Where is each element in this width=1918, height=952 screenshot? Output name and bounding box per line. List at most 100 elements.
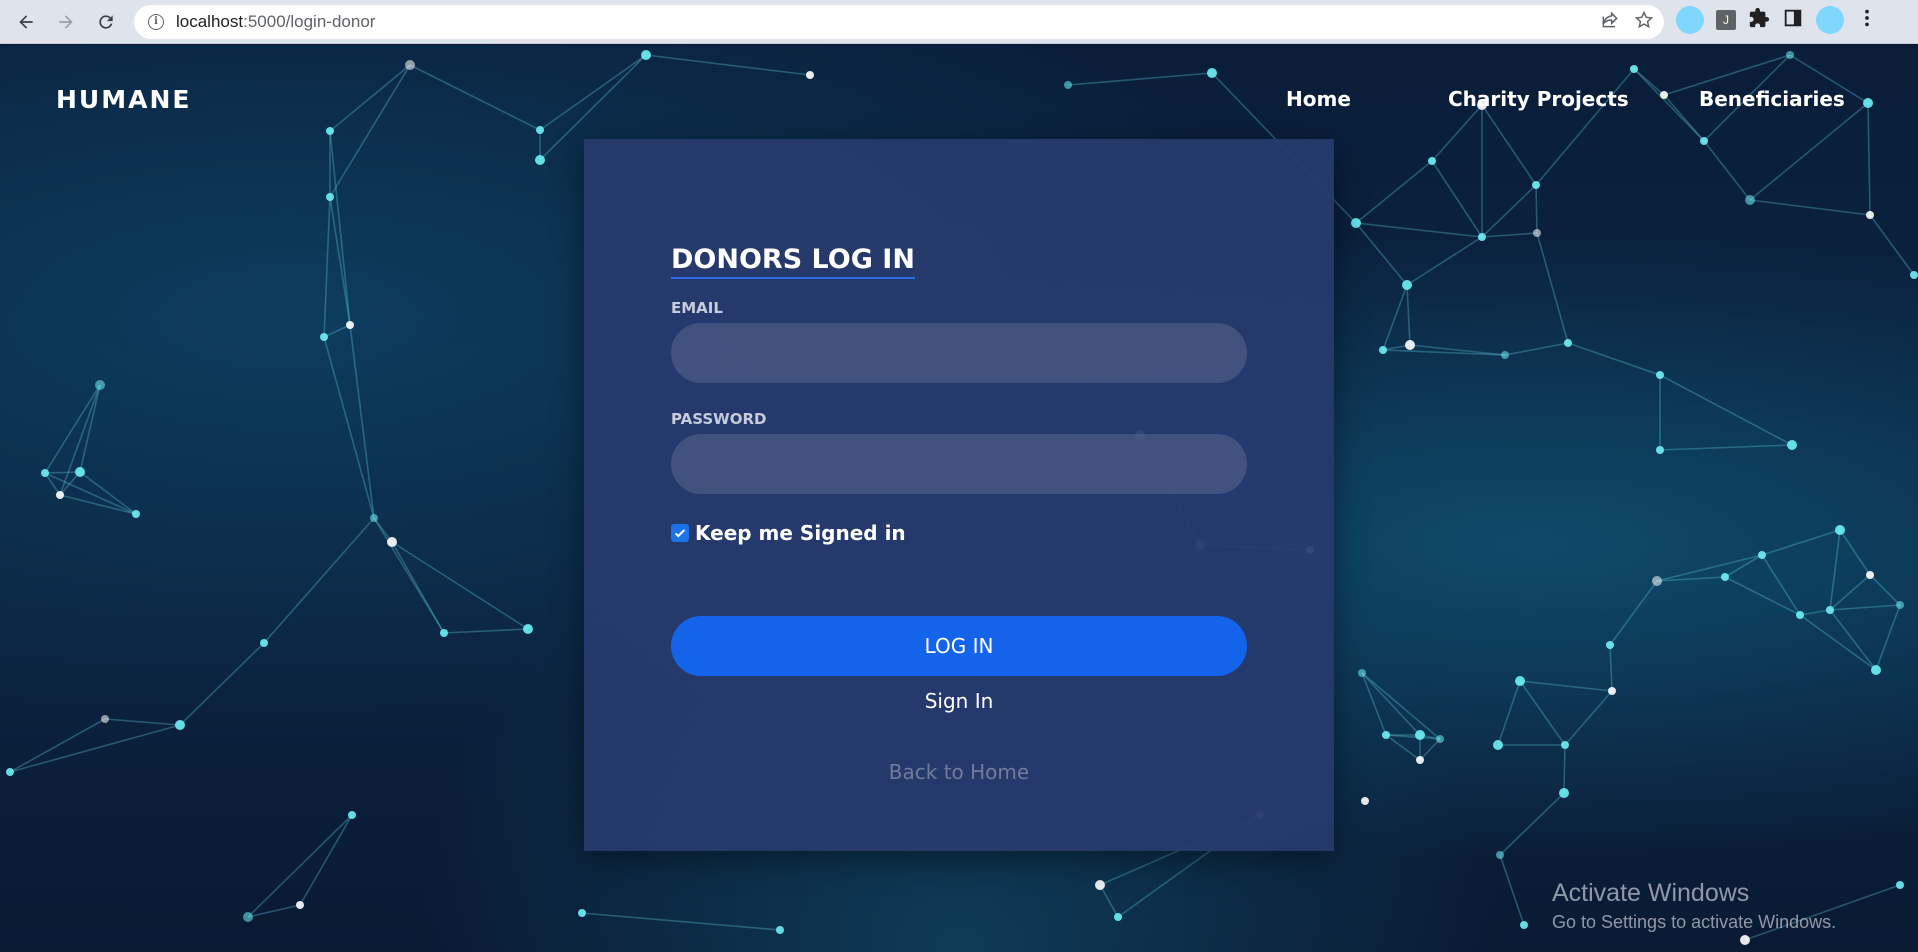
network-node bbox=[1478, 233, 1486, 241]
network-node bbox=[1064, 81, 1072, 89]
network-node bbox=[41, 469, 49, 477]
network-line bbox=[179, 642, 265, 726]
network-line bbox=[1659, 444, 1793, 451]
watermark-subtitle: Go to Settings to activate Windows. bbox=[1552, 912, 1837, 932]
network-line bbox=[1799, 614, 1877, 671]
kebab-menu-icon[interactable] bbox=[1856, 7, 1878, 33]
extension-avatar-icon[interactable] bbox=[1676, 6, 1704, 34]
network-node bbox=[320, 333, 328, 341]
network-node bbox=[1786, 51, 1794, 59]
network-line bbox=[1355, 222, 1408, 286]
network-line bbox=[1829, 529, 1841, 611]
network-line bbox=[1609, 580, 1658, 646]
nav-home[interactable]: Home bbox=[1286, 87, 1351, 111]
reload-icon[interactable] bbox=[92, 8, 120, 36]
network-line bbox=[263, 517, 375, 644]
network-line bbox=[1829, 604, 1901, 611]
network-node bbox=[175, 720, 185, 730]
network-line bbox=[1406, 236, 1483, 286]
network-node bbox=[1351, 218, 1361, 228]
network-node bbox=[1416, 756, 1424, 764]
network-node bbox=[1520, 921, 1528, 929]
network-line bbox=[1519, 680, 1566, 746]
keep-signed-in-checkbox[interactable] bbox=[671, 524, 689, 542]
network-node bbox=[641, 50, 651, 60]
network-node bbox=[1787, 440, 1797, 450]
network-node bbox=[1896, 881, 1904, 889]
back-to-home-link[interactable]: Back to Home bbox=[584, 760, 1334, 784]
network-node bbox=[75, 467, 85, 477]
network-line bbox=[391, 541, 445, 634]
checkmark-icon bbox=[674, 529, 686, 538]
back-arrow-icon[interactable] bbox=[12, 8, 40, 36]
network-node bbox=[132, 510, 140, 518]
network-line bbox=[1839, 529, 1871, 576]
network-node bbox=[578, 909, 586, 917]
puzzle-icon[interactable] bbox=[1748, 7, 1770, 33]
profile-avatar[interactable] bbox=[1816, 6, 1844, 34]
info-icon[interactable]: i bbox=[148, 14, 164, 30]
signin-link[interactable]: Sign In bbox=[584, 689, 1334, 713]
keep-signed-in-label[interactable]: Keep me Signed in bbox=[695, 521, 906, 545]
network-node bbox=[243, 912, 253, 922]
network-node bbox=[1402, 280, 1412, 290]
network-line bbox=[539, 54, 647, 131]
login-button[interactable]: LOG IN bbox=[671, 616, 1247, 676]
share-icon[interactable] bbox=[1600, 10, 1620, 34]
network-line bbox=[1361, 672, 1421, 736]
network-node bbox=[1533, 229, 1541, 237]
network-line bbox=[1567, 342, 1661, 376]
network-line bbox=[1663, 94, 1705, 142]
network-node bbox=[1608, 687, 1616, 695]
site-logo[interactable]: HUMANE bbox=[56, 85, 191, 114]
network-line bbox=[1519, 680, 1613, 692]
network-line bbox=[1633, 68, 1705, 142]
network-node bbox=[95, 380, 105, 390]
network-line bbox=[1829, 574, 1871, 611]
network-line bbox=[1481, 104, 1537, 186]
network-node bbox=[440, 629, 448, 637]
network-node bbox=[370, 514, 378, 522]
network-line bbox=[409, 64, 541, 131]
network-line bbox=[1419, 738, 1441, 761]
network-line bbox=[1385, 734, 1421, 761]
network-line bbox=[1536, 232, 1569, 344]
network-node bbox=[1740, 935, 1750, 945]
nav-charity-projects[interactable]: Charity Projects bbox=[1448, 87, 1629, 111]
url-text[interactable]: localhost:5000/login-donor bbox=[176, 12, 375, 32]
network-line bbox=[1355, 160, 1433, 224]
network-node bbox=[1361, 797, 1369, 805]
network-node bbox=[776, 926, 784, 934]
network-node bbox=[56, 491, 64, 499]
login-card: DONORS LOG IN EMAIL PASSWORD Keep me Sig… bbox=[584, 139, 1334, 851]
password-field[interactable] bbox=[671, 434, 1247, 494]
login-title: DONORS LOG IN bbox=[671, 244, 915, 279]
email-label: EMAIL bbox=[671, 299, 723, 317]
network-line bbox=[443, 628, 529, 634]
page-viewport: HUMANE Home Charity Projects Beneficiari… bbox=[0, 45, 1918, 952]
network-line bbox=[581, 912, 781, 931]
network-node bbox=[1493, 740, 1503, 750]
network-node bbox=[1745, 195, 1755, 205]
network-line bbox=[1564, 690, 1613, 746]
keep-signed-in-row[interactable]: Keep me Signed in bbox=[671, 521, 906, 545]
email-field[interactable] bbox=[671, 323, 1247, 383]
network-node bbox=[1559, 788, 1569, 798]
network-line bbox=[349, 324, 375, 519]
nav-beneficiaries[interactable]: Beneficiaries bbox=[1699, 87, 1845, 111]
network-node bbox=[1835, 525, 1845, 535]
network-node bbox=[1863, 98, 1873, 108]
address-bar[interactable]: i localhost:5000/login-donor bbox=[134, 5, 1664, 39]
network-node bbox=[1114, 913, 1122, 921]
star-icon[interactable] bbox=[1634, 10, 1654, 34]
extension-j-icon[interactable]: J bbox=[1716, 10, 1736, 30]
network-node bbox=[1532, 181, 1540, 189]
sidebar-icon[interactable] bbox=[1782, 7, 1804, 33]
network-line bbox=[323, 324, 351, 338]
network-line bbox=[1355, 222, 1483, 238]
forward-arrow-icon[interactable] bbox=[52, 8, 80, 36]
network-node bbox=[1700, 137, 1708, 145]
network-line bbox=[1749, 199, 1871, 216]
network-line bbox=[329, 196, 351, 326]
network-line bbox=[1535, 184, 1538, 234]
